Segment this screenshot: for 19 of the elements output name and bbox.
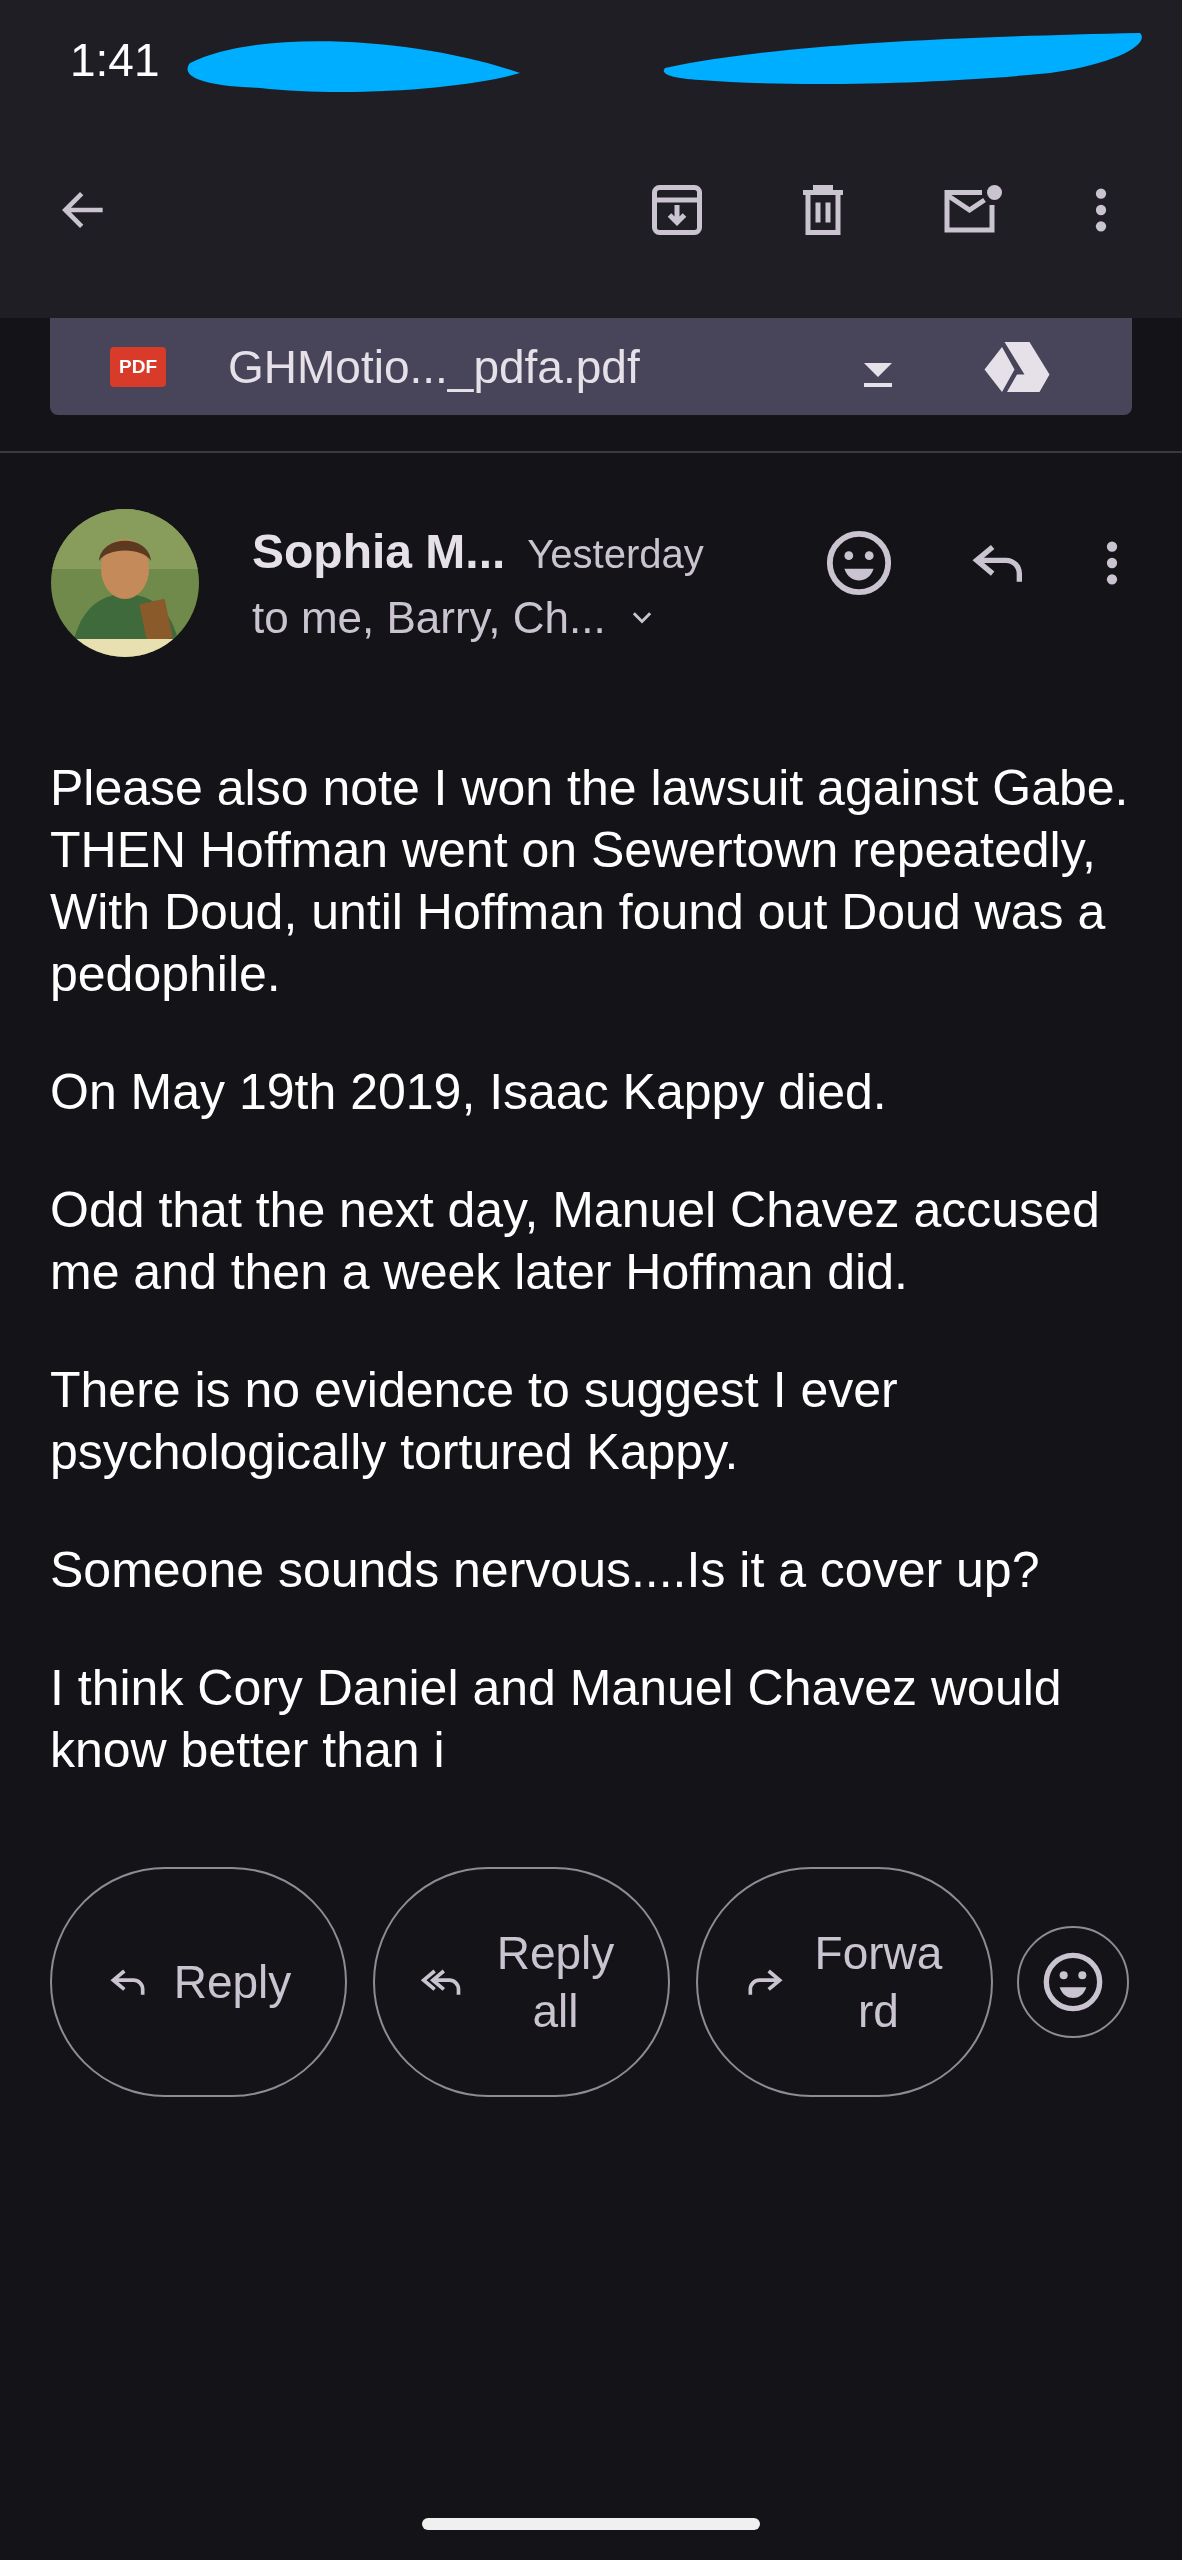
body-paragraph: Please also note I won the lawsuit against Gabe. THEN Hoffman went on Sewertown repeatedly, With Doud, until Hoffman found out Doud was a pedophile. xyxy=(50,759,1130,1004)
reply-button[interactable]: Reply xyxy=(50,1867,347,2097)
sender-name: Sophia M... xyxy=(252,523,506,579)
reply-all-button[interactable]: Reply all xyxy=(373,1867,670,2097)
body-paragraph: I think Cory Daniel and Manuel Chavez would know better than i xyxy=(50,1659,1063,1780)
body-paragraph: There is no evidence to suggest I ever psychologically tortured Kappy. xyxy=(50,1361,899,1482)
body-paragraph: Odd that the next day, Manuel Chavez accused me and then a week later Hoffman did. xyxy=(50,1181,1101,1302)
body-paragraph: On May 19th 2019, Isaac Kappy died. xyxy=(50,1063,888,1122)
body-paragraph: Someone sounds nervous....Is it a cover up? xyxy=(50,1541,1041,1600)
recipients-line[interactable]: to me, Barry, Ch... xyxy=(252,592,606,643)
react-button[interactable] xyxy=(1017,1926,1129,2038)
attachment-name: GHMotio..._pdfa.pdf xyxy=(228,339,641,394)
status-time: 1:41 xyxy=(70,33,160,87)
emoji-icon xyxy=(1041,1950,1105,2014)
message-date: Yesterday xyxy=(527,531,704,577)
emoji-icon[interactable] xyxy=(824,528,894,598)
attachment-chip[interactable]: PDF GHMotio..._pdfa.pdf xyxy=(50,318,1132,415)
pdf-icon: PDF xyxy=(110,346,166,387)
forward-button[interactable]: Forward xyxy=(696,1867,993,2097)
